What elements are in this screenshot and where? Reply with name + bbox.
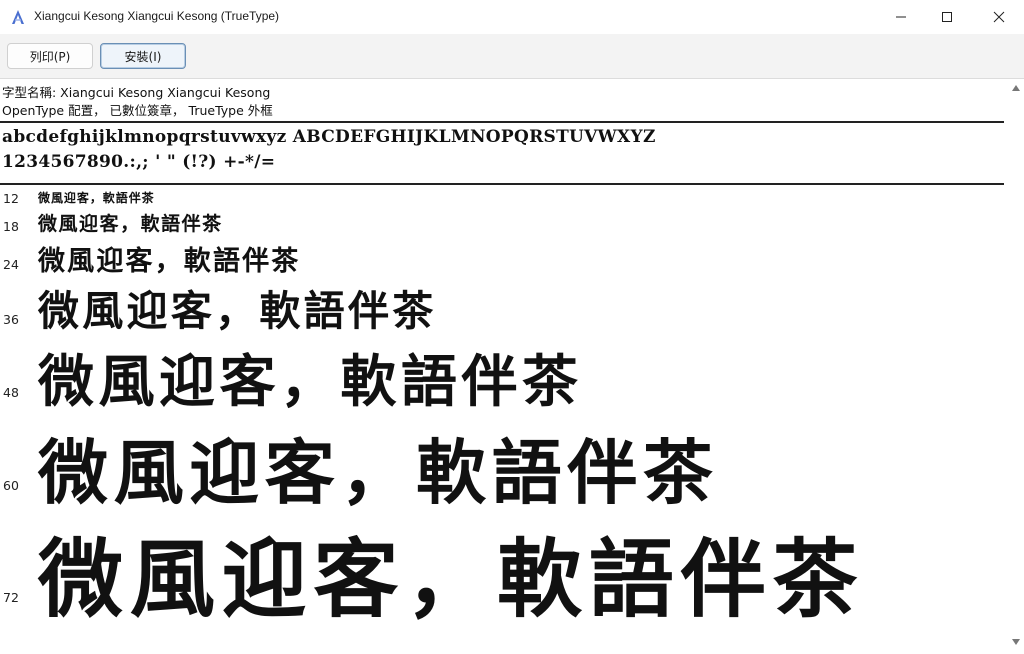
vertical-scrollbar[interactable] (1008, 79, 1024, 654)
preview-sample-60: 微風迎客，軟語伴茶 (38, 431, 719, 514)
maximize-button[interactable] (924, 0, 970, 34)
preview-sample-72: 微風迎客，軟語伴茶 (38, 530, 865, 630)
alphabet-sample: abcdefghijklmnopqrstuvwxyz ABCDEFGHIJKLM… (2, 127, 656, 147)
maximize-icon (942, 12, 952, 22)
window-title: Xiangcui Kesong Xiangcui Kesong (TrueTyp… (34, 9, 280, 23)
size-label: 48 (3, 385, 19, 400)
minimize-button[interactable] (878, 0, 924, 34)
close-button[interactable] (974, 0, 1024, 34)
font-preview-pane: 字型名稱: Xiangcui Kesong Xiangcui Kesong Op… (0, 79, 1008, 654)
preview-sample-12: 微風迎客，軟語伴茶 (38, 191, 155, 205)
size-label: 24 (3, 257, 19, 272)
title-bar: Xiangcui Kesong Xiangcui Kesong (TrueTyp… (0, 0, 1024, 34)
preview-sample-18: 微風迎客，軟語伴茶 (38, 213, 223, 235)
preview-sample-24: 微風迎客，軟語伴茶 (38, 246, 301, 277)
font-name-line: 字型名稱: Xiangcui Kesong Xiangcui Kesong (2, 85, 271, 100)
scroll-down-arrow-icon[interactable] (1012, 639, 1020, 645)
close-icon (993, 11, 1005, 23)
divider (0, 183, 1004, 185)
print-button[interactable]: 列印(P) (7, 43, 93, 69)
size-label: 60 (3, 478, 19, 493)
preview-sample-48: 微風迎客，軟語伴茶 (38, 349, 583, 415)
font-meta-line: OpenType 配置， 已數位簽章， TrueType 外框 (2, 103, 273, 118)
scroll-up-arrow-icon[interactable] (1012, 85, 1020, 91)
digits-sample: 1234567890.:,; ' " (!?) +-*/= (2, 152, 276, 172)
size-label: 36 (3, 312, 19, 327)
size-label: 18 (3, 219, 19, 234)
divider (0, 121, 1004, 123)
size-label: 72 (3, 590, 19, 605)
font-app-icon (12, 10, 24, 24)
minimize-icon (896, 16, 906, 18)
toolbar: 列印(P) 安裝(I) (0, 34, 1024, 79)
preview-sample-36: 微風迎客，軟語伴茶 (38, 287, 437, 335)
size-label: 12 (3, 191, 19, 206)
install-button[interactable]: 安裝(I) (100, 43, 186, 69)
